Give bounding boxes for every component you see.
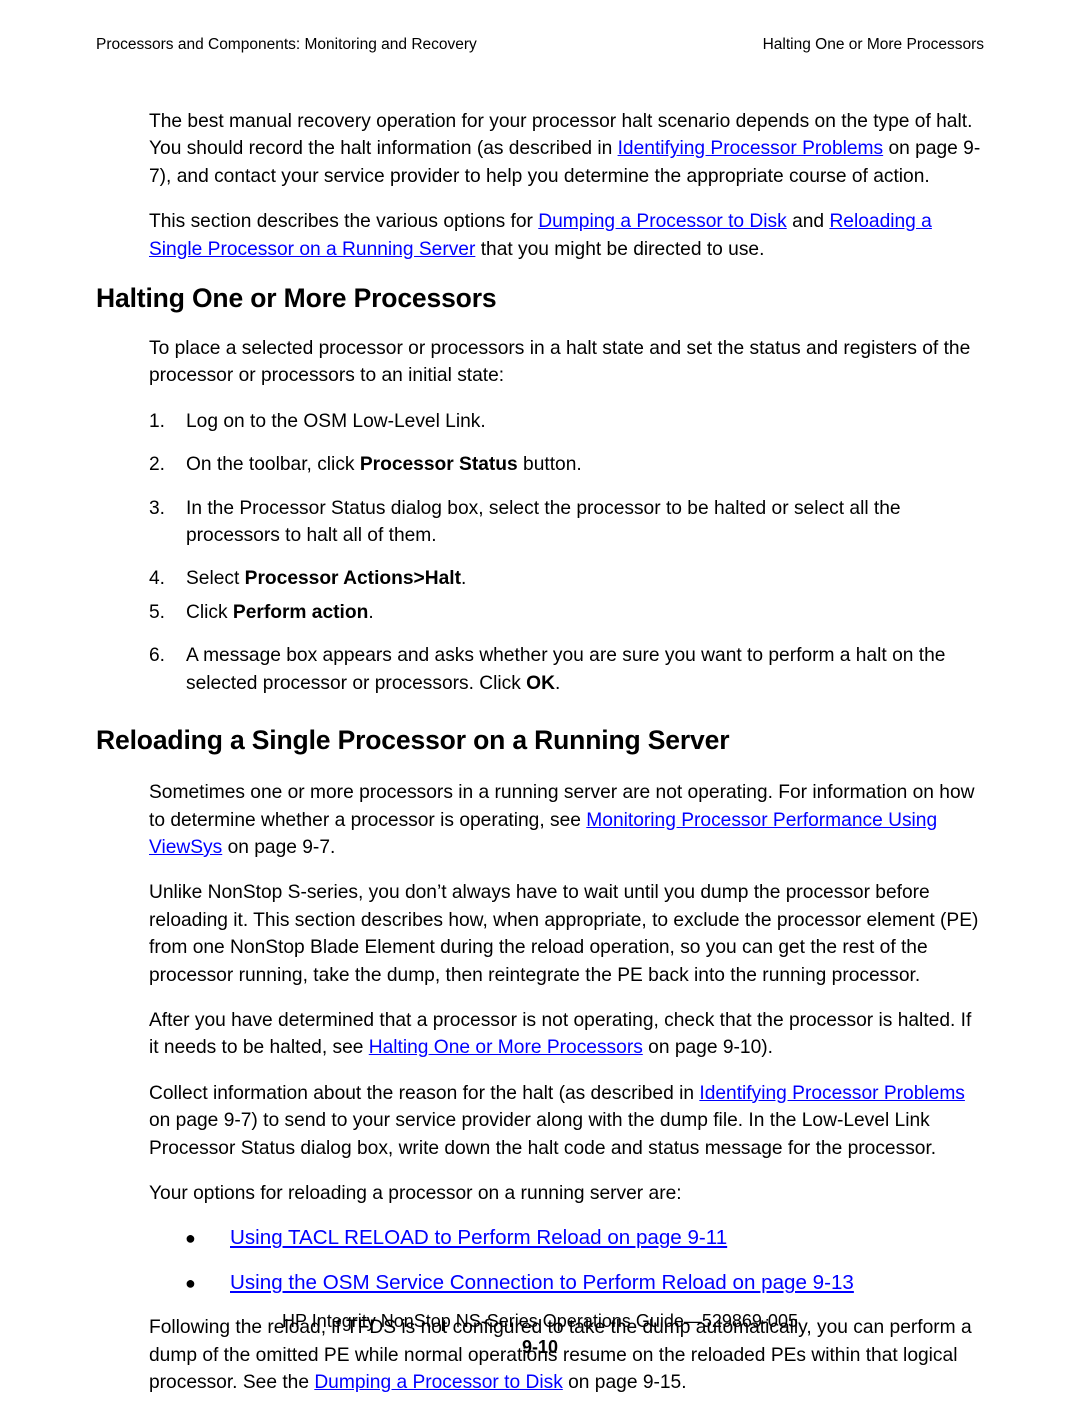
step-number: 1.: [149, 410, 166, 432]
step-text-a: Log on to the OSM Low-Level Link.: [186, 410, 486, 432]
reloading-paragraph-2: Unlike NonStop S-series, you don’t alway…: [149, 882, 979, 986]
intro-p2-text-b: that you might be directed to use.: [475, 238, 765, 260]
reloading-p4-text-b: on page 9-7) to send to your service pro…: [149, 1110, 937, 1159]
reloading-paragraph-1: Sometimes one or more processors in a ru…: [96, 779, 984, 861]
list-item: 2. On the toolbar, click Processor Status…: [96, 451, 984, 478]
link-dumping-a-processor-to-disk-2[interactable]: Dumping a Processor to Disk: [314, 1372, 562, 1393]
running-header-left: Processors and Components: Monitoring an…: [96, 36, 477, 53]
intro-paragraph-1: The best manual recovery operation for y…: [96, 108, 984, 190]
list-item: 1. Log on to the OSM Low-Level Link.: [96, 408, 984, 435]
step-text-b: button.: [517, 454, 582, 476]
link-using-osm-service-connection[interactable]: Using the OSM Service Connection to Perf…: [230, 1271, 854, 1294]
step-number: 4.: [149, 568, 166, 590]
body-column: The best manual recovery operation for y…: [96, 108, 984, 1415]
heading-halting-one-or-more-processors: Halting One or More Processors: [96, 283, 497, 314]
step-text-bold: Processor Actions>Halt: [244, 568, 461, 590]
list-item: 5. Click Perform action.: [96, 599, 984, 626]
step-text-a: In the Processor Status dialog box, sele…: [186, 497, 901, 547]
link-identifying-processor-problems-2[interactable]: Identifying Processor Problems: [699, 1083, 965, 1104]
step-text-a: On the toolbar, click: [186, 454, 360, 476]
step-number: 6.: [149, 645, 166, 667]
step-text-a: A message box appears and asks whether y…: [186, 645, 946, 694]
reloading-p4-text-a: Collect information about the reason for…: [149, 1082, 700, 1104]
reloading-options-list: ● Using TACL RELOAD to Perform Reload on …: [96, 1223, 984, 1298]
link-identifying-processor-problems[interactable]: Identifying Processor Problems: [618, 138, 884, 159]
link-halting-one-or-more-processors[interactable]: Halting One or More Processors: [369, 1037, 643, 1058]
step-text-bold: OK: [526, 672, 555, 694]
step-number: 5.: [149, 601, 166, 623]
step-text-b: .: [554, 672, 561, 694]
link-dumping-a-processor-to-disk[interactable]: Dumping a Processor to Disk: [538, 211, 786, 232]
step-text-a: Select: [186, 568, 245, 590]
running-header: Processors and Components: Monitoring an…: [96, 34, 984, 55]
list-item: ● Using TACL RELOAD to Perform Reload on …: [96, 1223, 984, 1253]
running-header-right: Halting One or More Processors: [762, 36, 984, 53]
intro-p2-text-a: This section describes the various optio…: [149, 211, 539, 233]
reloading-paragraph-3: After you have determined that a process…: [96, 1007, 984, 1062]
heading-reloading-a-single-processor: Reloading a Single Processor on a Runnin…: [96, 725, 730, 756]
footer-guide-line: HP Integrity NonStop NS-Series Operation…: [282, 1311, 798, 1331]
reloading-p3-text-b: on page 9-10).: [642, 1037, 773, 1059]
bullet-icon: ●: [185, 1228, 196, 1249]
link-using-tacl-reload[interactable]: Using TACL RELOAD to Perform Reload on p…: [230, 1226, 727, 1249]
step-text-b: .: [460, 568, 467, 590]
halting-lead-paragraph: To place a selected processor or process…: [149, 338, 971, 387]
step-number: 3.: [149, 497, 166, 519]
step-text-b: .: [368, 601, 374, 623]
intro-paragraph-2: This section describes the various optio…: [96, 208, 984, 263]
halting-steps-list: 1. Log on to the OSM Low-Level Link. 2. On…: [96, 408, 984, 697]
step-number: 2.: [149, 454, 166, 476]
step-text-bold: Perform action: [232, 601, 369, 623]
bullet-icon: ●: [185, 1273, 196, 1294]
reloading-p1-text-b: on page 9-7.: [222, 836, 336, 858]
step-text-bold: Processor Status: [359, 454, 518, 476]
step-text-a: Click: [186, 601, 233, 623]
document-page: Processors and Components: Monitoring an…: [0, 0, 1080, 1397]
list-item: ● Using the OSM Service Connection to Per…: [96, 1268, 984, 1298]
reloading-paragraph-4: Collect information about the reason for…: [96, 1080, 984, 1162]
footer-page-number: 9-10: [521, 1337, 559, 1357]
list-item: 3. In the Processor Status dialog box, se…: [96, 495, 984, 550]
intro-p2-text-mid: and: [786, 211, 830, 233]
list-item: 4. Select Processor Actions>Halt.: [96, 565, 984, 592]
list-item: 6. A message box appears and asks whether…: [96, 642, 984, 697]
reloading-p5-text-b: on page 9-15.: [562, 1372, 687, 1394]
reloading-options-lead: Your options for reloading a processor o…: [149, 1182, 682, 1204]
page-footer: HP Integrity NonStop NS-Series Operation…: [0, 1309, 1080, 1359]
